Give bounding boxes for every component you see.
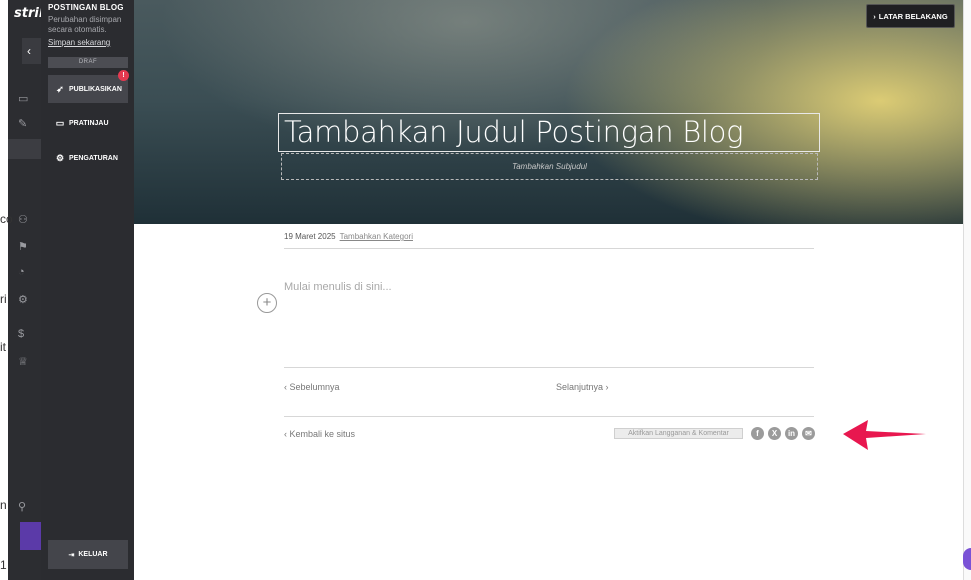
layout-icon[interactable]: ▭ <box>18 92 38 108</box>
background-right-edge <box>963 0 971 580</box>
post-content-editor[interactable]: Mulai menulis di sini... <box>284 281 392 293</box>
post-subtitle-input[interactable]: Tambahkan Subjudul <box>281 153 818 180</box>
exit-label: KELUAR <box>78 551 108 558</box>
status-badge: DRAF <box>48 57 128 68</box>
save-now-link[interactable]: Simpan sekarang <box>48 38 110 47</box>
background-purple-button[interactable] <box>20 522 42 550</box>
preview-label: PRATINJAU <box>69 119 109 127</box>
exit-button[interactable]: ⇥ KELUAR <box>48 540 128 569</box>
settings-icon[interactable]: ⚙ <box>18 293 38 309</box>
background-selected-item[interactable] <box>8 139 42 159</box>
gear-icon: ⚙ <box>55 152 65 163</box>
settings-button[interactable]: ⚙ PENGATURAN <box>48 144 128 172</box>
settings-label: PENGATURAN <box>69 154 118 162</box>
back-to-site-link[interactable]: ‹ Kembali ke situs <box>284 429 355 439</box>
trophy-icon[interactable]: ♕ <box>18 355 38 371</box>
next-label: Selanjutnya <box>556 382 604 392</box>
chevron-right-icon: › <box>873 11 876 21</box>
x-icon[interactable]: X <box>768 427 781 440</box>
enable-subscription-comments-button[interactable]: Aktifkan Langganan & Komentar <box>614 428 743 439</box>
chat-bubble-icon[interactable] <box>963 548 971 570</box>
money-icon[interactable]: $ <box>18 328 38 344</box>
chevron-right-icon: › <box>603 382 609 392</box>
autosave-note: Perubahan disimpan secara otomatis. <box>48 15 122 34</box>
background-search-icon[interactable]: ⚲ <box>18 500 38 516</box>
background-text-fragment: ri <box>0 292 7 306</box>
publish-alert-badge: ! <box>118 70 129 81</box>
hero-background[interactable] <box>134 0 963 224</box>
add-category-link[interactable]: Tambahkan Kategori <box>340 232 413 241</box>
post-title-input[interactable]: Tambahkan Judul Postingan Blog <box>278 113 820 152</box>
divider <box>284 416 814 417</box>
facebook-icon[interactable]: f <box>751 427 764 440</box>
linkedin-icon[interactable]: in <box>785 427 798 440</box>
background-text-fragment: co <box>0 212 13 226</box>
divider <box>284 367 814 368</box>
monitor-icon: ▭ <box>55 117 65 128</box>
previous-label: Sebelumnya <box>289 382 340 392</box>
email-icon[interactable]: ✉ <box>802 427 815 440</box>
megaphone-icon[interactable]: ⚑ <box>18 240 38 256</box>
annotation-arrow-icon <box>843 420 926 450</box>
background-text-fragment: it <box>0 340 6 354</box>
previous-post-link[interactable]: ‹ Sebelumnya <box>284 382 340 392</box>
add-block-button[interactable]: + <box>257 293 277 313</box>
panel-title: POSTINGAN BLOG <box>48 3 124 12</box>
post-date: 19 Maret 2025 <box>284 232 336 241</box>
background-back-button[interactable]: ‹ <box>22 38 42 64</box>
editor-panel: POSTINGAN BLOG Perubahan disimpan secara… <box>41 0 134 580</box>
post-meta: 19 Maret 2025 Tambahkan Kategori <box>284 232 413 241</box>
back-label: Kembali ke situs <box>289 429 356 439</box>
background-text-fragment: 1 <box>0 558 7 572</box>
background-button-label: LATAR BELAKANG <box>878 11 948 21</box>
publish-button[interactable]: ➶ PUBLIKASIKAN <box>48 75 128 103</box>
chart-icon[interactable]: ◔ <box>18 266 38 282</box>
background-sidebar <box>8 0 42 580</box>
users-icon[interactable]: ⚇ <box>18 213 38 229</box>
preview-button[interactable]: ▭ PRATINJAU <box>48 109 128 137</box>
publish-label: PUBLIKASIKAN <box>69 85 122 93</box>
rocket-icon: ➶ <box>56 83 64 94</box>
exit-icon: ⇥ <box>68 551 75 559</box>
next-post-link[interactable]: Selanjutnya › <box>556 382 609 392</box>
edit-icon[interactable]: ✎ <box>18 117 38 133</box>
background-button[interactable]: › LATAR BELAKANG <box>866 4 955 28</box>
divider <box>284 248 814 249</box>
background-text-fragment: n <box>0 498 7 512</box>
